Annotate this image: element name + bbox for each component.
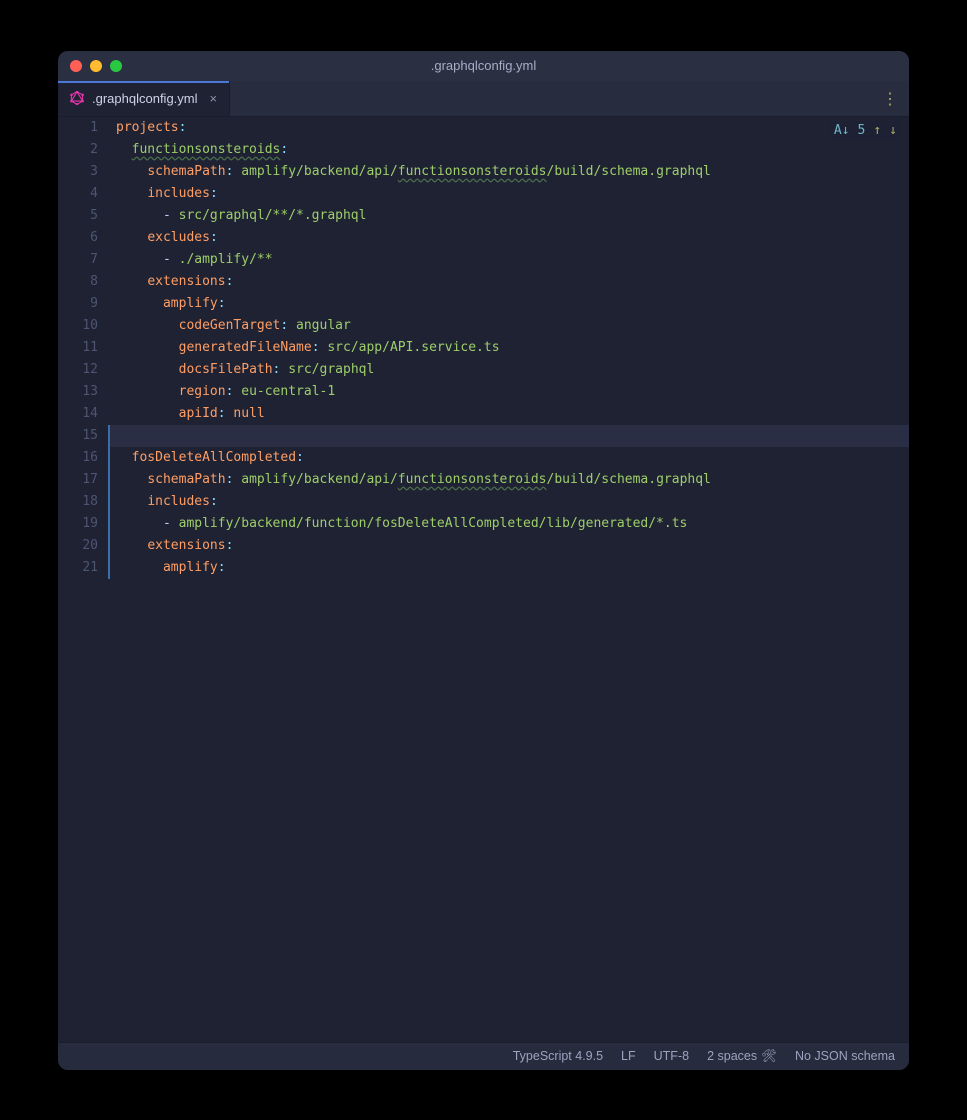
- line-number: 19: [58, 513, 98, 535]
- line-number: 16: [58, 447, 98, 469]
- tab-bar: .graphqlconfig.yml × ⋮: [58, 81, 909, 117]
- line-number: 22: [58, 579, 98, 580]
- close-tab-icon[interactable]: ×: [210, 91, 218, 106]
- line-number: 6: [58, 227, 98, 249]
- code-line: region: eu-central-1: [108, 381, 909, 403]
- line-number: 13: [58, 381, 98, 403]
- code-line: extensions:: [108, 535, 909, 557]
- status-line-separator[interactable]: LF: [621, 1049, 636, 1063]
- titlebar: .graphqlconfig.yml: [58, 51, 909, 81]
- code-line: - src/graphql/**/*.graphql: [108, 205, 909, 227]
- line-number: 11: [58, 337, 98, 359]
- code-line: [108, 425, 909, 447]
- line-number: 17: [58, 469, 98, 491]
- code-line: amplify:: [108, 293, 909, 315]
- editor-area[interactable]: 1 2 3 4 5 6 7 8 9 10 11 12 13 14 15 16 1…: [58, 117, 909, 580]
- line-number: 12: [58, 359, 98, 381]
- close-window-button[interactable]: [70, 60, 82, 72]
- wrench-icon: 🛠: [761, 1049, 777, 1064]
- status-bar: TypeScript 4.9.5 LF UTF-8 2 spaces🛠 No J…: [58, 1042, 909, 1070]
- line-number: 20: [58, 535, 98, 557]
- window-title: .graphqlconfig.yml: [58, 58, 909, 73]
- line-number: 21: [58, 557, 98, 579]
- code-content[interactable]: A↓ 5 ↑ ↓ projects: functionsonsteroids: …: [108, 117, 909, 580]
- line-number: 1: [58, 117, 98, 139]
- code-line: codeGenTarget: typescript: [108, 579, 909, 580]
- code-line: docsFilePath: src/graphql: [108, 359, 909, 381]
- code-line: excludes:: [108, 227, 909, 249]
- line-number: 15: [58, 425, 98, 447]
- line-number: 3: [58, 161, 98, 183]
- code-line: functionsonsteroids:: [108, 139, 909, 161]
- line-number: 18: [58, 491, 98, 513]
- tab-bar-actions: ⋮: [882, 81, 909, 116]
- line-number: 14: [58, 403, 98, 425]
- code-line: includes:: [108, 183, 909, 205]
- maximize-window-button[interactable]: [110, 60, 122, 72]
- code-line: extensions:: [108, 271, 909, 293]
- code-line: - ./amplify/**: [108, 249, 909, 271]
- code-line: amplify:: [108, 557, 909, 579]
- code-line: generatedFileName: src/app/API.service.t…: [108, 337, 909, 359]
- editor-window: .graphqlconfig.yml .graphqlconfig.yml × …: [58, 51, 909, 1070]
- status-language[interactable]: TypeScript 4.9.5: [513, 1049, 603, 1063]
- status-schema[interactable]: No JSON schema: [795, 1049, 895, 1063]
- minimize-window-button[interactable]: [90, 60, 102, 72]
- file-tab-active[interactable]: .graphqlconfig.yml ×: [58, 81, 230, 116]
- code-line: projects:: [108, 117, 909, 139]
- code-line: schemaPath: amplify/backend/api/function…: [108, 161, 909, 183]
- line-number: 4: [58, 183, 98, 205]
- line-numbers-gutter: 1 2 3 4 5 6 7 8 9 10 11 12 13 14 15 16 1…: [58, 117, 108, 580]
- tab-label: .graphqlconfig.yml: [92, 91, 198, 106]
- status-indent[interactable]: 2 spaces🛠: [707, 1049, 777, 1064]
- more-actions-icon[interactable]: ⋮: [882, 89, 899, 108]
- code-line: apiId: null: [108, 403, 909, 425]
- code-line: includes:: [108, 491, 909, 513]
- line-number: 7: [58, 249, 98, 271]
- code-line: - amplify/backend/function/fosDeleteAllC…: [108, 513, 909, 535]
- code-line: schemaPath: amplify/backend/api/function…: [108, 469, 909, 491]
- editor-empty-space: [58, 579, 909, 1042]
- code-line: fosDeleteAllCompleted:: [108, 447, 909, 469]
- line-number: 8: [58, 271, 98, 293]
- code-line: codeGenTarget: angular: [108, 315, 909, 337]
- line-number: 5: [58, 205, 98, 227]
- graphql-icon: [70, 91, 84, 105]
- line-number: 2: [58, 139, 98, 161]
- line-number: 9: [58, 293, 98, 315]
- window-controls: [70, 60, 122, 72]
- status-encoding[interactable]: UTF-8: [654, 1049, 689, 1063]
- line-number: 10: [58, 315, 98, 337]
